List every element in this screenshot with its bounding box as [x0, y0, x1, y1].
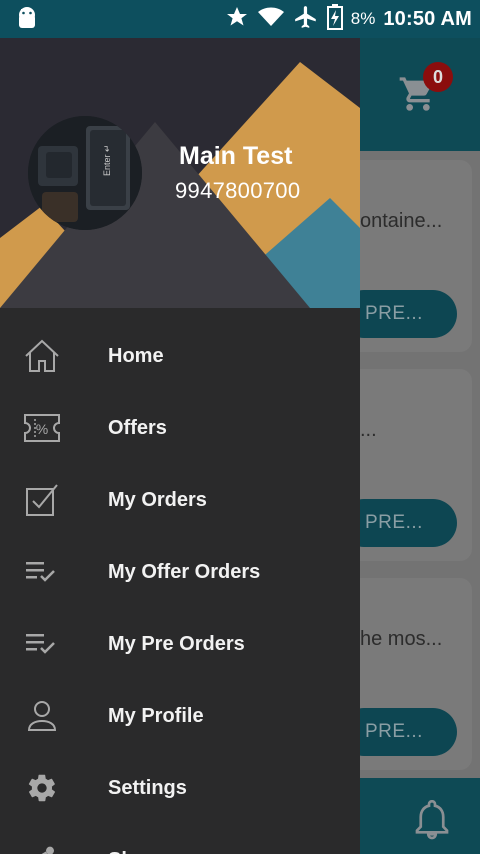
menu-item-label: My Offer Orders — [108, 561, 261, 583]
home-icon — [22, 338, 62, 374]
person-icon — [22, 698, 62, 734]
menu-item-home[interactable]: Home — [0, 320, 360, 392]
menu-item-label: My Orders — [108, 489, 207, 511]
menu-item-label: My Profile — [108, 705, 204, 727]
menu-item-label: My Pre Orders — [108, 633, 245, 655]
cart-badge: 0 — [423, 62, 453, 92]
android-icon — [16, 7, 38, 36]
user-phone: 9947800700 — [175, 178, 301, 203]
battery-charging-icon — [326, 3, 343, 35]
menu-item-label: Settings — [108, 777, 187, 799]
product-card-text: ontaine... — [360, 210, 443, 232]
menu-item-offers[interactable]: % Offers — [0, 392, 360, 464]
gear-icon — [22, 770, 62, 806]
menu-item-my-pre-orders[interactable]: My Pre Orders — [0, 608, 360, 680]
battery-percent: 8% — [350, 9, 376, 28]
playlist-check-icon — [22, 626, 62, 662]
menu-item-label: Offers — [108, 417, 167, 439]
menu-item-my-profile[interactable]: My Profile — [0, 680, 360, 752]
status-bar: 8% 10:50 AM — [0, 0, 480, 38]
drawer-menu: Home % Offers My Orders My Offer Orders … — [0, 320, 360, 854]
avatar[interactable]: Enter ↵ — [28, 116, 142, 230]
checkbox-icon — [22, 482, 62, 518]
wifi-icon — [257, 5, 285, 34]
airplane-icon — [293, 4, 319, 35]
menu-item-my-offer-orders[interactable]: My Offer Orders — [0, 536, 360, 608]
menu-item-my-orders[interactable]: My Orders — [0, 464, 360, 536]
menu-item-label: Share — [108, 824, 164, 854]
playlist-check-icon — [22, 554, 62, 590]
svg-text:Enter ↵: Enter ↵ — [102, 144, 112, 176]
share-icon — [22, 842, 62, 854]
svg-text:%: % — [36, 421, 48, 437]
star-icon — [225, 5, 249, 34]
navigation-drawer: Enter ↵ Main Test 9947800700 Home % Offe… — [0, 38, 360, 854]
offer-ticket-icon: % — [22, 410, 62, 446]
clock: 10:50 AM — [383, 7, 472, 30]
menu-item-label: Home — [108, 345, 164, 367]
menu-item-settings[interactable]: Settings — [0, 752, 360, 824]
bell-icon[interactable] — [414, 799, 450, 845]
product-card-text: ... — [360, 419, 377, 441]
user-name: Main Test — [179, 142, 293, 170]
menu-item-share[interactable]: Share — [0, 824, 360, 854]
product-card-text: he mos... — [360, 628, 443, 650]
drawer-header: Enter ↵ Main Test 9947800700 — [0, 38, 360, 308]
